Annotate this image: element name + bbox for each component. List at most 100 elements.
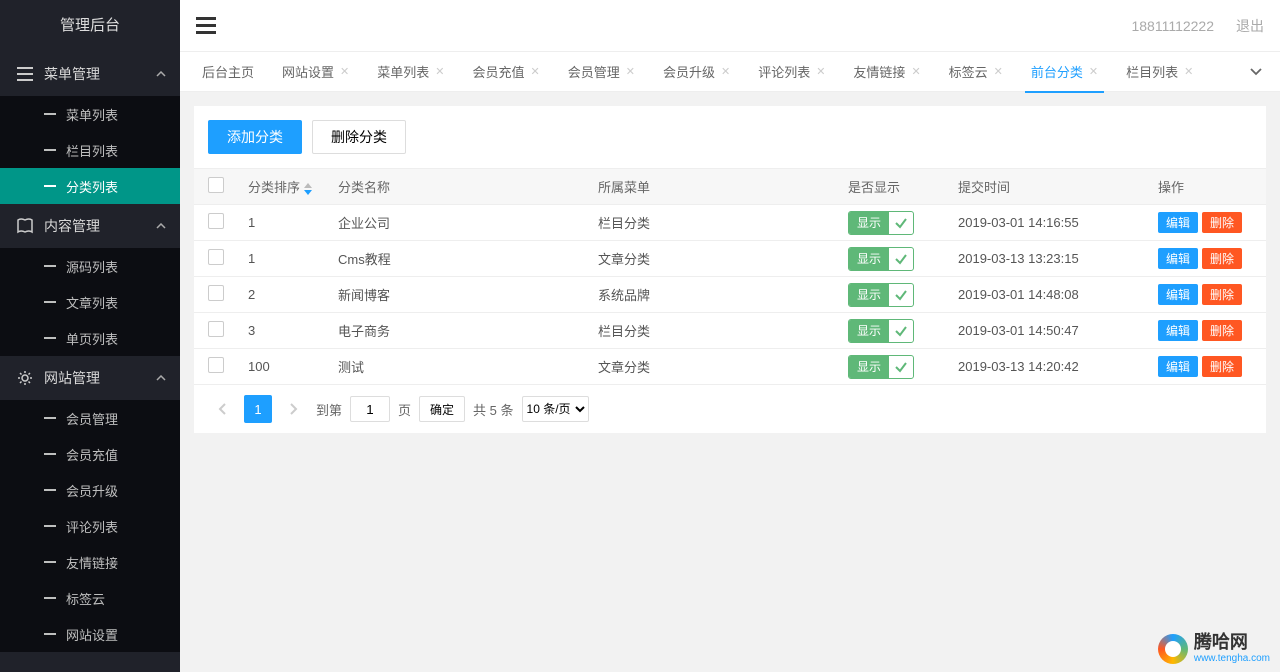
close-icon[interactable]: ✕ [626,65,635,78]
tab-label: 栏目列表 [1126,62,1178,81]
nav-item-2-5[interactable]: 标签云 [0,580,180,616]
close-icon[interactable]: ✕ [1184,65,1193,78]
dash-icon [44,149,56,151]
nav-item-0-0[interactable]: 菜单列表 [0,96,180,132]
close-icon[interactable]: ✕ [721,65,730,78]
visibility-switch[interactable]: 显示 [848,283,914,307]
tab-3[interactable]: 会员充值✕ [458,52,553,92]
visibility-switch[interactable]: 显示 [848,355,914,379]
row-checkbox[interactable] [208,249,224,265]
tab-4[interactable]: 会员管理 ✕ [554,52,649,92]
tab-0[interactable]: 后台主页 [188,52,268,92]
col-header-sort[interactable]: 分类排序 [238,169,328,205]
nav-item-label: 网站设置 [66,625,118,644]
delete-button[interactable]: 删除 [1202,248,1242,269]
row-checkbox[interactable] [208,285,224,301]
nav-item-0-2[interactable]: 分类列表 [0,168,180,204]
close-icon[interactable]: ✕ [340,65,349,78]
visibility-switch[interactable]: 显示 [848,211,914,235]
tab-10[interactable]: 栏目列表 ✕ [1112,52,1207,92]
nav-group-2[interactable]: 网站管理 [0,356,180,400]
cell-name: Cms教程 [328,241,588,277]
cell-menu: 系统品牌 [588,277,838,313]
tab-label: 会员管理 [568,62,620,81]
switch-label: 显示 [849,284,889,306]
tab-1[interactable]: 网站设置 ✕ [268,52,363,92]
close-icon[interactable]: ✕ [435,65,444,78]
next-page-button[interactable] [280,395,308,423]
col-header-menu: 所属菜单 [588,169,838,205]
tab-label: 标签云 [949,62,988,81]
nav-item-2-1[interactable]: 会员充值 [0,436,180,472]
cell-sort: 100 [238,349,328,385]
nav-item-0-1[interactable]: 栏目列表 [0,132,180,168]
close-icon[interactable]: ✕ [911,65,920,78]
add-category-button[interactable]: 添加分类 [208,120,302,154]
nav-item-2-2[interactable]: 会员升级 [0,472,180,508]
nav-item-label: 标签云 [66,589,105,608]
edit-button[interactable]: 编辑 [1158,320,1198,341]
tab-7[interactable]: 友情链接✕ [839,52,934,92]
switch-label: 显示 [849,248,889,270]
tabs-more-button[interactable] [1240,68,1272,76]
close-icon[interactable]: ✕ [1089,65,1098,78]
cell-sort: 1 [238,205,328,241]
edit-button[interactable]: 编辑 [1158,212,1198,233]
nav-item-label: 会员升级 [66,481,118,500]
app-logo: 管理后台 [0,0,180,52]
edit-button[interactable]: 编辑 [1158,248,1198,269]
nav-item-1-0[interactable]: 源码列表 [0,248,180,284]
nav-item-2-4[interactable]: 友情链接 [0,544,180,580]
nav-item-label: 栏目列表 [66,141,118,160]
tab-2[interactable]: 菜单列表✕ [363,52,458,92]
delete-button[interactable]: 删除 [1202,320,1242,341]
menu-icon [16,65,34,83]
close-icon[interactable]: ✕ [994,65,1003,78]
gear-icon [16,369,34,387]
row-checkbox[interactable] [208,357,224,373]
cell-name: 电子商务 [328,313,588,349]
visibility-switch[interactable]: 显示 [848,247,914,271]
visibility-switch[interactable]: 显示 [848,319,914,343]
tab-8[interactable]: 标签云 ✕ [935,52,1017,92]
delete-category-button[interactable]: 删除分类 [312,120,406,154]
tab-label: 网站设置 [282,62,334,81]
logout-button[interactable]: 退出 [1236,16,1264,36]
nav-item-1-2[interactable]: 单页列表 [0,320,180,356]
dash-icon [44,337,56,339]
dash-icon [44,597,56,599]
watermark-url: www.tengha.com [1194,653,1270,664]
dash-icon [44,633,56,635]
close-icon[interactable]: ✕ [816,65,825,78]
nav-item-1-1[interactable]: 文章列表 [0,284,180,320]
nav-item-2-6[interactable]: 网站设置 [0,616,180,652]
nav-item-label: 会员充值 [66,445,118,464]
delete-button[interactable]: 删除 [1202,356,1242,377]
delete-button[interactable]: 删除 [1202,212,1242,233]
close-icon[interactable]: ✕ [531,65,540,78]
page-number-1[interactable]: 1 [244,395,272,423]
hamburger-icon[interactable] [196,17,216,35]
nav-item-label: 单页列表 [66,329,118,348]
nav-group-label: 菜单管理 [44,64,100,84]
goto-confirm-button[interactable]: 确定 [419,396,465,422]
edit-button[interactable]: 编辑 [1158,356,1198,377]
row-checkbox[interactable] [208,213,224,229]
chevron-up-icon [156,223,166,229]
edit-button[interactable]: 编辑 [1158,284,1198,305]
nav-item-2-3[interactable]: 评论列表 [0,508,180,544]
delete-button[interactable]: 删除 [1202,284,1242,305]
nav-group-0[interactable]: 菜单管理 [0,52,180,96]
nav-item-2-0[interactable]: 会员管理 [0,400,180,436]
tab-9[interactable]: 前台分类✕ [1017,52,1112,92]
goto-page-input[interactable] [350,396,390,422]
user-phone[interactable]: 18811112222 [1131,18,1214,34]
tab-6[interactable]: 评论列表✕ [744,52,839,92]
tab-5[interactable]: 会员升级✕ [649,52,744,92]
nav-group-1[interactable]: 内容管理 [0,204,180,248]
select-all-checkbox[interactable] [208,177,224,193]
prev-page-button[interactable] [208,395,236,423]
row-checkbox[interactable] [208,321,224,337]
cell-sort: 3 [238,313,328,349]
page-size-select[interactable]: 10 条/页 [522,396,589,422]
